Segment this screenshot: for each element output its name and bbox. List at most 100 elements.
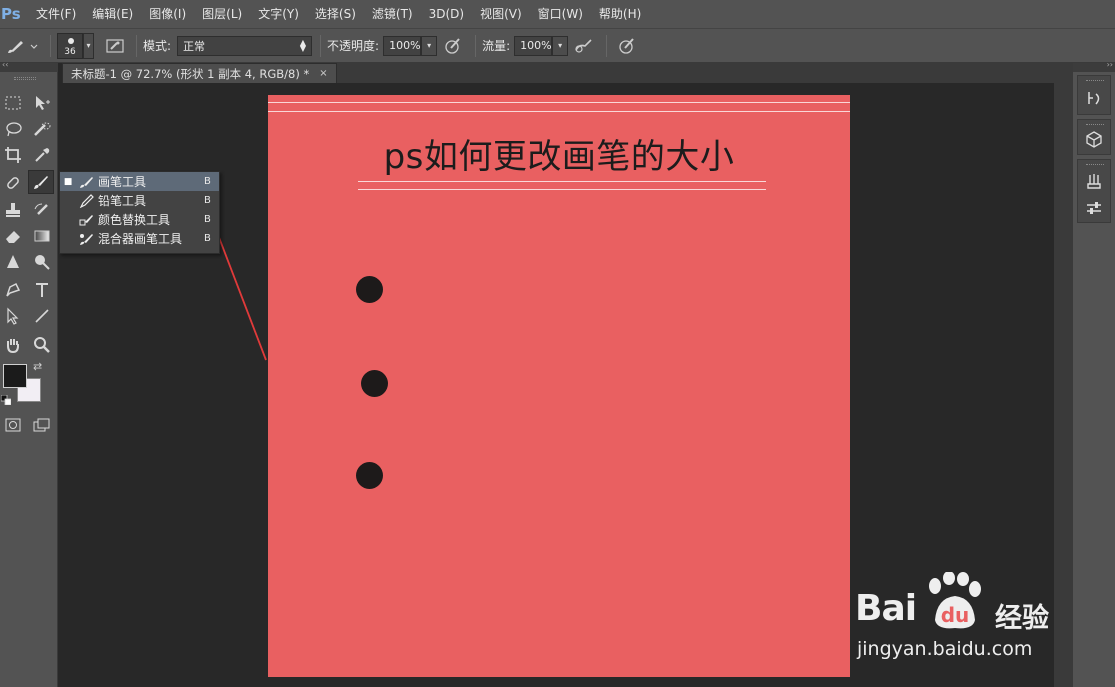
menu-bar: Ps 文件(F) 编辑(E) 图像(I) 图层(L) 文字(Y) 选择(S) 滤… (0, 0, 1115, 28)
canvas-title-text: ps如何更改画笔的大小 (383, 137, 735, 177)
menu-3d[interactable]: 3D(D) (421, 0, 472, 28)
opacity-input[interactable]: 100% (383, 35, 422, 56)
brush-presets-panel-icon[interactable] (1081, 170, 1107, 192)
watermark-url: jingyan.baidu.com (857, 638, 1033, 660)
history-brush-tool[interactable] (29, 198, 55, 222)
close-icon[interactable]: × (319, 68, 327, 79)
flow-value: 100% (520, 39, 552, 52)
flyout-label: 混合器画笔工具 (98, 232, 183, 246)
flyout-label: 铅笔工具 (98, 194, 147, 208)
foreground-color-swatch[interactable] (3, 364, 27, 388)
watermark-cn: 经验 (995, 603, 1049, 634)
opacity-value: 100% (389, 39, 421, 52)
pressure-size-icon[interactable] (613, 33, 641, 59)
move-tool[interactable] (29, 91, 55, 115)
dodge-tool[interactable] (29, 250, 55, 274)
history-panel-icon[interactable] (1081, 88, 1107, 110)
healing-brush-tool[interactable] (0, 171, 26, 195)
menu-window[interactable]: 窗口(W) (530, 0, 591, 28)
brush-dot (356, 462, 383, 489)
3d-panel-icon[interactable] (1081, 128, 1107, 150)
decorative-line (358, 189, 766, 190)
menu-select[interactable]: 选择(S) (307, 0, 364, 28)
panel-collapse-handle[interactable]: ›› (1073, 60, 1115, 72)
flyout-item-pencil[interactable]: 铅笔工具 B (60, 191, 219, 210)
pencil-icon (76, 193, 98, 208)
options-bar: 36 ▾ 模式: 正常 ▲ ▼ 不透明度: 100% ▾ 流量: 100% ▾ (0, 28, 1115, 63)
airbrush-icon[interactable] (568, 33, 600, 59)
expand-arrows-icon: ›› (1106, 60, 1113, 69)
brush-dot-icon (68, 37, 74, 44)
flow-input[interactable]: 100% (514, 35, 553, 56)
document-canvas[interactable]: ps如何更改画笔的大小 (268, 95, 850, 677)
mode-select[interactable]: 正常 ▲ ▼ (177, 35, 313, 56)
chevron-down-icon[interactable]: ▾ (421, 35, 438, 56)
type-tool[interactable] (29, 278, 55, 302)
eraser-tool[interactable] (0, 224, 26, 248)
pen-tool[interactable] (0, 278, 26, 302)
screen-mode-icon[interactable] (29, 413, 55, 437)
hand-tool[interactable] (0, 333, 26, 357)
document-tab-bar: 未标题-1 @ 72.7% (形状 1 副本 4, RGB/8) * × (62, 63, 1072, 83)
brush-dot (356, 276, 383, 303)
flyout-shortcut: B (204, 233, 211, 244)
gradient-tool[interactable] (29, 224, 55, 248)
tools-panel: ‹‹ ⇄ (0, 60, 58, 687)
quick-mask-icon[interactable] (0, 413, 26, 437)
flyout-item-mixer-brush[interactable]: 混合器画笔工具 B (60, 229, 219, 248)
watermark-du: du (941, 603, 970, 627)
pressure-opacity-icon[interactable] (437, 33, 469, 59)
quick-selection-tool[interactable] (29, 117, 55, 141)
default-colors-icon[interactable] (0, 394, 12, 406)
menu-file[interactable]: 文件(F) (28, 0, 84, 28)
menu-help[interactable]: 帮助(H) (591, 0, 649, 28)
decorative-line (358, 181, 766, 182)
eyedropper-tool[interactable] (29, 143, 55, 167)
collapse-arrows-icon: ‹‹ (2, 60, 9, 69)
blur-tool[interactable] (0, 250, 26, 274)
flyout-label: 颜色替换工具 (98, 213, 171, 227)
marquee-tool[interactable] (0, 91, 26, 115)
chevron-down-icon[interactable]: ▾ (552, 35, 569, 56)
brush-size-picker[interactable]: 36 ▾ (57, 32, 94, 59)
mixer-brush-icon (76, 232, 98, 246)
document-tab-title: 未标题-1 @ 72.7% (形状 1 副本 4, RGB/8) * (71, 66, 310, 81)
chevron-down-icon[interactable]: ▾ (83, 32, 94, 59)
color-replacement-icon (76, 213, 98, 227)
brush-tool[interactable] (28, 170, 54, 194)
lasso-tool[interactable] (0, 117, 26, 141)
menu-edit[interactable]: 编辑(E) (84, 0, 141, 28)
clone-stamp-tool[interactable] (0, 198, 26, 222)
brush-size-value: 36 (64, 46, 76, 57)
decorative-line (268, 111, 850, 112)
flow-label: 流量: (482, 39, 511, 53)
zoom-tool[interactable] (29, 333, 55, 357)
flyout-item-brush[interactable]: ■ 画笔工具 B (60, 172, 219, 191)
separator (50, 34, 51, 57)
panel-collapse-handle[interactable]: ‹‹ (0, 60, 58, 72)
mode-label: 模式: (143, 39, 172, 53)
adjustments-panel-icon[interactable] (1081, 197, 1107, 219)
separator (475, 34, 477, 57)
crop-tool[interactable] (0, 143, 26, 167)
menu-filter[interactable]: 滤镜(T) (364, 0, 421, 28)
flyout-item-color-replacement[interactable]: 颜色替换工具 B (60, 210, 219, 229)
path-selection-tool[interactable] (0, 304, 26, 328)
document-tab[interactable]: 未标题-1 @ 72.7% (形状 1 副本 4, RGB/8) * × (62, 63, 337, 83)
menu-image[interactable]: 图像(I) (141, 0, 194, 28)
panel-grip[interactable] (14, 77, 36, 80)
brush-dot (361, 370, 388, 397)
brush-tool-preset-icon[interactable] (0, 31, 44, 61)
decorative-line (268, 102, 850, 103)
separator (606, 34, 608, 57)
swap-colors-icon[interactable]: ⇄ (33, 360, 42, 373)
photoshop-logo: Ps (1, 5, 21, 23)
menu-view[interactable]: 视图(V) (472, 0, 530, 28)
flyout-shortcut: B (204, 176, 211, 187)
brush-preview: 36 (57, 32, 83, 59)
brush-panel-toggle-icon[interactable] (100, 33, 130, 59)
menu-layer[interactable]: 图层(L) (194, 0, 250, 28)
menu-type[interactable]: 文字(Y) (250, 0, 307, 28)
paw-logo-icon: du (929, 572, 981, 629)
line-tool[interactable] (29, 304, 55, 328)
